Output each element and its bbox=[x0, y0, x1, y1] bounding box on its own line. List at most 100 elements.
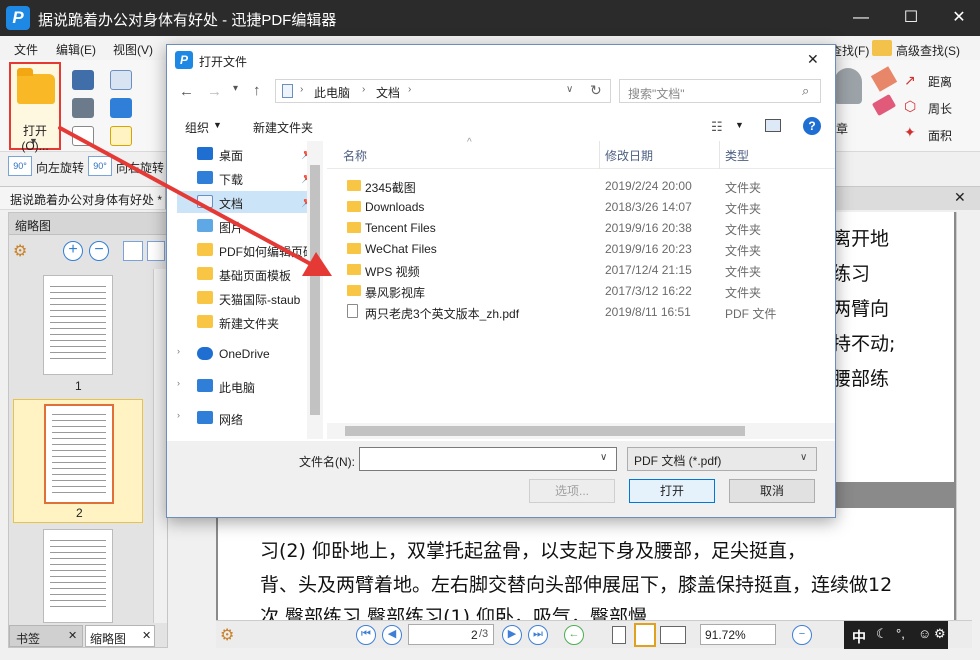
navigation-scrollbar[interactable] bbox=[307, 141, 323, 439]
forward-arrow-icon[interactable]: → bbox=[207, 83, 222, 100]
print-icon[interactable] bbox=[72, 98, 94, 118]
column-header-type[interactable]: 类型 bbox=[725, 147, 749, 164]
eraser-icon[interactable] bbox=[871, 93, 897, 117]
rotate-right-icon[interactable]: 90° bbox=[88, 156, 112, 176]
scrollbar-thumb[interactable] bbox=[345, 426, 745, 436]
back-view-button[interactable]: ← bbox=[564, 625, 584, 645]
column-header-name[interactable]: 名称 bbox=[343, 147, 367, 164]
document-tab[interactable]: 据说跪着办公对身体有好处 * bbox=[0, 187, 166, 209]
last-page-button[interactable]: ⏭ bbox=[528, 625, 548, 645]
file-row[interactable]: 暴风影视库 2017/3/12 16:22 文件夹 bbox=[327, 280, 819, 301]
preview-pane-icon[interactable] bbox=[765, 119, 781, 132]
fit-page-icon[interactable] bbox=[634, 623, 656, 647]
breadcrumb-this-pc[interactable]: 此电脑 bbox=[314, 84, 350, 101]
recent-chevron-icon[interactable]: ▾ bbox=[233, 83, 238, 94]
thumbnails-tab[interactable]: 缩略图 ✕ bbox=[85, 625, 155, 647]
bookmarks-tab[interactable]: 书签 ✕ bbox=[9, 625, 83, 647]
file-row[interactable]: 两只老虎3个英文版本_zh.pdf 2019/8/11 16:51 PDF 文件 bbox=[327, 301, 819, 322]
document-tab-close-icon[interactable]: ✕ bbox=[954, 189, 966, 206]
help-icon[interactable]: ? bbox=[803, 117, 821, 135]
nav-item-folder[interactable]: PDF如何编辑页码 bbox=[177, 239, 315, 261]
file-row[interactable]: WeChat Files 2019/9/16 20:23 文件夹 bbox=[327, 238, 819, 259]
pencil-icon[interactable] bbox=[870, 66, 898, 92]
close-button[interactable]: ✕ bbox=[944, 6, 974, 30]
two-page-icon[interactable] bbox=[660, 626, 686, 644]
address-dropdown-icon[interactable]: ∨ bbox=[566, 84, 573, 95]
maximize-button[interactable]: ☐ bbox=[896, 6, 926, 30]
thumbnail-item-2[interactable]: 2 bbox=[13, 399, 143, 523]
close-icon[interactable]: ✕ bbox=[142, 629, 151, 642]
horizontal-scrollbar[interactable] bbox=[327, 423, 835, 439]
thumbnail-scrollbar[interactable] bbox=[153, 269, 167, 623]
search-input[interactable]: 搜索"文档" ⌕ bbox=[619, 79, 821, 103]
single-page-icon[interactable] bbox=[612, 626, 626, 644]
save-icon[interactable] bbox=[72, 70, 94, 90]
nav-item-this-pc[interactable]: › 此电脑 bbox=[177, 375, 315, 397]
rotate-left-button[interactable]: 向左旋转 bbox=[36, 159, 84, 176]
new-folder-button[interactable]: 新建文件夹 bbox=[253, 119, 313, 136]
minimize-button[interactable]: — bbox=[846, 6, 876, 30]
document-scrollbar[interactable] bbox=[956, 212, 972, 620]
nav-item-folder[interactable]: 基础页面模板 bbox=[177, 263, 315, 285]
first-page-button[interactable]: ⏮ bbox=[356, 625, 376, 645]
filetype-select[interactable]: PDF 文档 (*.pdf) ∨ bbox=[627, 447, 817, 471]
rotate-left-icon[interactable]: 90° bbox=[8, 156, 32, 176]
file-row[interactable]: Tencent Files 2019/9/16 20:38 文件夹 bbox=[327, 217, 819, 238]
view-options-icon[interactable]: ☷ bbox=[711, 119, 723, 135]
thumb-rotate-right-icon[interactable] bbox=[147, 241, 165, 261]
close-icon[interactable]: ✕ bbox=[68, 629, 77, 642]
rotate-right-button[interactable]: 向右旋转 bbox=[116, 159, 164, 176]
nav-item-desktop[interactable]: 桌面📌 bbox=[177, 143, 315, 165]
refresh-icon[interactable]: ↻ bbox=[590, 82, 602, 99]
distance-tool[interactable]: 距离 bbox=[928, 73, 952, 90]
perimeter-tool[interactable]: 周长 bbox=[928, 100, 952, 117]
gear-icon[interactable]: ⚙ bbox=[220, 625, 234, 645]
nav-item-network[interactable]: › 网络 bbox=[177, 407, 315, 429]
menu-edit[interactable]: 编辑(E) bbox=[56, 41, 96, 58]
breadcrumb-documents[interactable]: 文档 bbox=[376, 84, 400, 101]
zoom-select[interactable]: 91.72% bbox=[700, 624, 776, 645]
thumbnail-item-1[interactable]: 1 bbox=[9, 269, 151, 397]
email-icon[interactable] bbox=[110, 70, 132, 90]
open-button[interactable]: 打开 bbox=[629, 479, 715, 503]
ime-toolbar[interactable]: 中 ☾ °, ☺ ⚙ bbox=[844, 621, 948, 649]
scan-icon[interactable] bbox=[110, 98, 132, 118]
back-arrow-icon[interactable]: ← bbox=[179, 83, 194, 100]
filename-input[interactable]: ∨ bbox=[359, 447, 617, 471]
menu-view[interactable]: 视图(V) bbox=[113, 41, 153, 58]
page-number-input[interactable]: 2 /3 bbox=[408, 624, 494, 645]
zoom-out-icon[interactable]: − bbox=[89, 241, 109, 261]
thumbnail-item-3[interactable] bbox=[9, 525, 151, 623]
nav-item-documents[interactable]: 文档📌 bbox=[177, 191, 315, 213]
file-row[interactable]: 2345截图 2019/2/24 20:00 文件夹 bbox=[327, 175, 819, 196]
previous-page-button[interactable]: ◀ bbox=[382, 625, 402, 645]
advanced-find-button[interactable]: 高级查找(S) bbox=[896, 42, 960, 59]
gear-icon[interactable]: ⚙ bbox=[13, 241, 27, 261]
nav-item-folder[interactable]: 天猫国际-staub bbox=[177, 287, 315, 309]
dialog-close-button[interactable]: ✕ bbox=[807, 51, 819, 68]
options-button[interactable]: 选项... bbox=[529, 479, 615, 503]
column-header-date[interactable]: 修改日期 bbox=[605, 147, 653, 164]
organize-menu[interactable]: 组织 bbox=[185, 119, 209, 136]
nav-item-onedrive[interactable]: › OneDrive bbox=[177, 343, 315, 365]
zoom-out-icon[interactable]: − bbox=[792, 625, 812, 645]
address-bar[interactable]: › 此电脑 › 文档 › ∨ ↻ bbox=[275, 79, 611, 103]
menu-file[interactable]: 文件 bbox=[14, 41, 38, 58]
cancel-button[interactable]: 取消 bbox=[729, 479, 815, 503]
file-row[interactable]: Downloads 2018/3/26 14:07 文件夹 bbox=[327, 196, 819, 217]
properties-icon[interactable] bbox=[72, 126, 94, 146]
zoom-in-icon[interactable]: + bbox=[63, 241, 83, 261]
stamp-icon[interactable] bbox=[834, 68, 862, 104]
up-arrow-icon[interactable]: ↑ bbox=[253, 82, 261, 99]
nav-item-pictures[interactable]: 图片 bbox=[177, 215, 315, 237]
open-file-button[interactable]: 打开(O)... ▼ bbox=[9, 62, 61, 153]
file-row[interactable]: WPS 视频 2017/12/4 21:15 文件夹 bbox=[327, 259, 819, 280]
nav-item-folder[interactable]: 新建文件夹 bbox=[177, 311, 315, 333]
chevron-down-icon[interactable]: ▼ bbox=[735, 120, 744, 130]
area-tool[interactable]: 面积 bbox=[928, 127, 952, 144]
thumb-rotate-left-icon[interactable] bbox=[123, 241, 143, 261]
scrollbar-thumb[interactable] bbox=[310, 165, 320, 415]
next-page-button[interactable]: ▶ bbox=[502, 625, 522, 645]
new-document-icon[interactable] bbox=[110, 126, 132, 146]
nav-item-downloads[interactable]: 下载📌 bbox=[177, 167, 315, 189]
